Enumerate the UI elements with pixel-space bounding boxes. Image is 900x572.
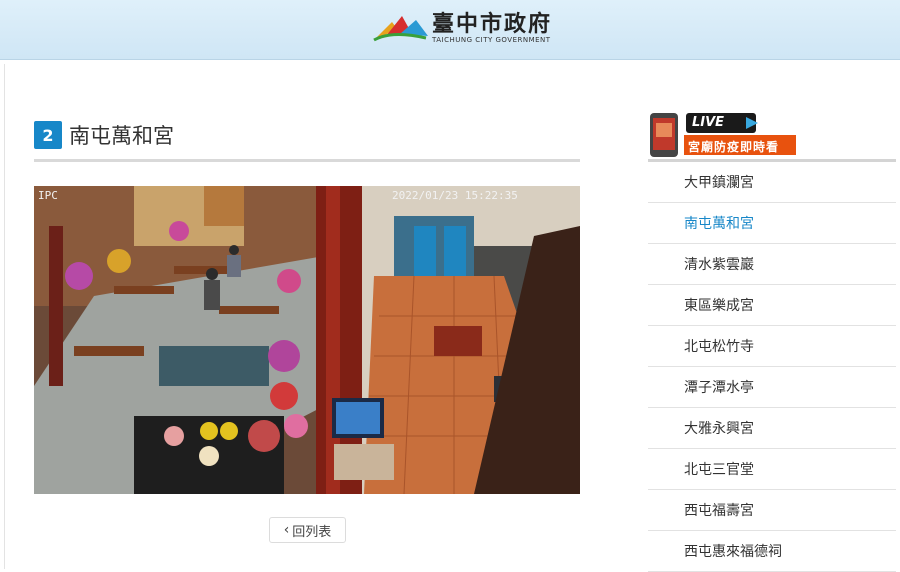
sidebar-item[interactable]: 西屯福壽宮 [648,490,896,531]
title-underline [34,159,580,162]
logo-english-name: TAICHUNG CITY GOVERNMENT [432,35,551,44]
live-camera-feed[interactable]: IPC 2022/01/23 15:22:35 [34,186,580,494]
site-header: 臺中市政府 TAICHUNG CITY GOVERNMENT [0,0,900,60]
logo-chinese-name: 臺中市政府 [432,10,553,37]
back-to-list-button[interactable]: ‹ 回列表 [269,517,346,543]
temple-interior-image [34,186,580,494]
banner-text: 宮廟防疫即時看 [688,140,780,154]
city-emblem-icon [373,16,428,42]
sidebar-item[interactable]: 西屯惠來福德祠 [648,531,896,572]
sidebar-item[interactable]: 北屯三官堂 [648,449,896,490]
camera-timestamp: 2022/01/23 15:22:35 [392,189,518,202]
live-banner[interactable]: LIVE 宮廟防疫即時看 [648,111,800,159]
page-title: 南屯萬和宮 [69,124,174,148]
sidebar-item[interactable]: 潭子潭水亭 [648,367,896,408]
sidebar-item[interactable]: 清水紫雲巖 [648,244,896,285]
number-badge: 2 [34,121,62,149]
camera-label: IPC [38,189,58,202]
sidebar-item[interactable]: 北屯松竹寺 [648,326,896,367]
city-logo[interactable]: 臺中市政府 TAICHUNG CITY GOVERNMENT [372,10,552,46]
live-badge: LIVE [692,115,725,130]
sidebar-item[interactable]: 大甲鎮瀾宮 [648,162,896,203]
temple-list: 大甲鎮瀾宮 南屯萬和宮 清水紫雲巖 東區樂成宮 北屯松竹寺 潭子潭水亭 大雅永興宮 北屯三官堂… [648,162,896,572]
chevron-left-icon: ‹ [283,522,290,538]
sidebar-item[interactable]: 大雅永興宮 [648,408,896,449]
back-to-list-label: 回列表 [292,524,332,540]
sidebar-item[interactable]: 南屯萬和宮 [648,203,896,244]
sidebar-item[interactable]: 東區樂成宮 [648,285,896,326]
left-divider [4,64,5,569]
page-heading: 2 南屯萬和宮 [34,120,174,150]
